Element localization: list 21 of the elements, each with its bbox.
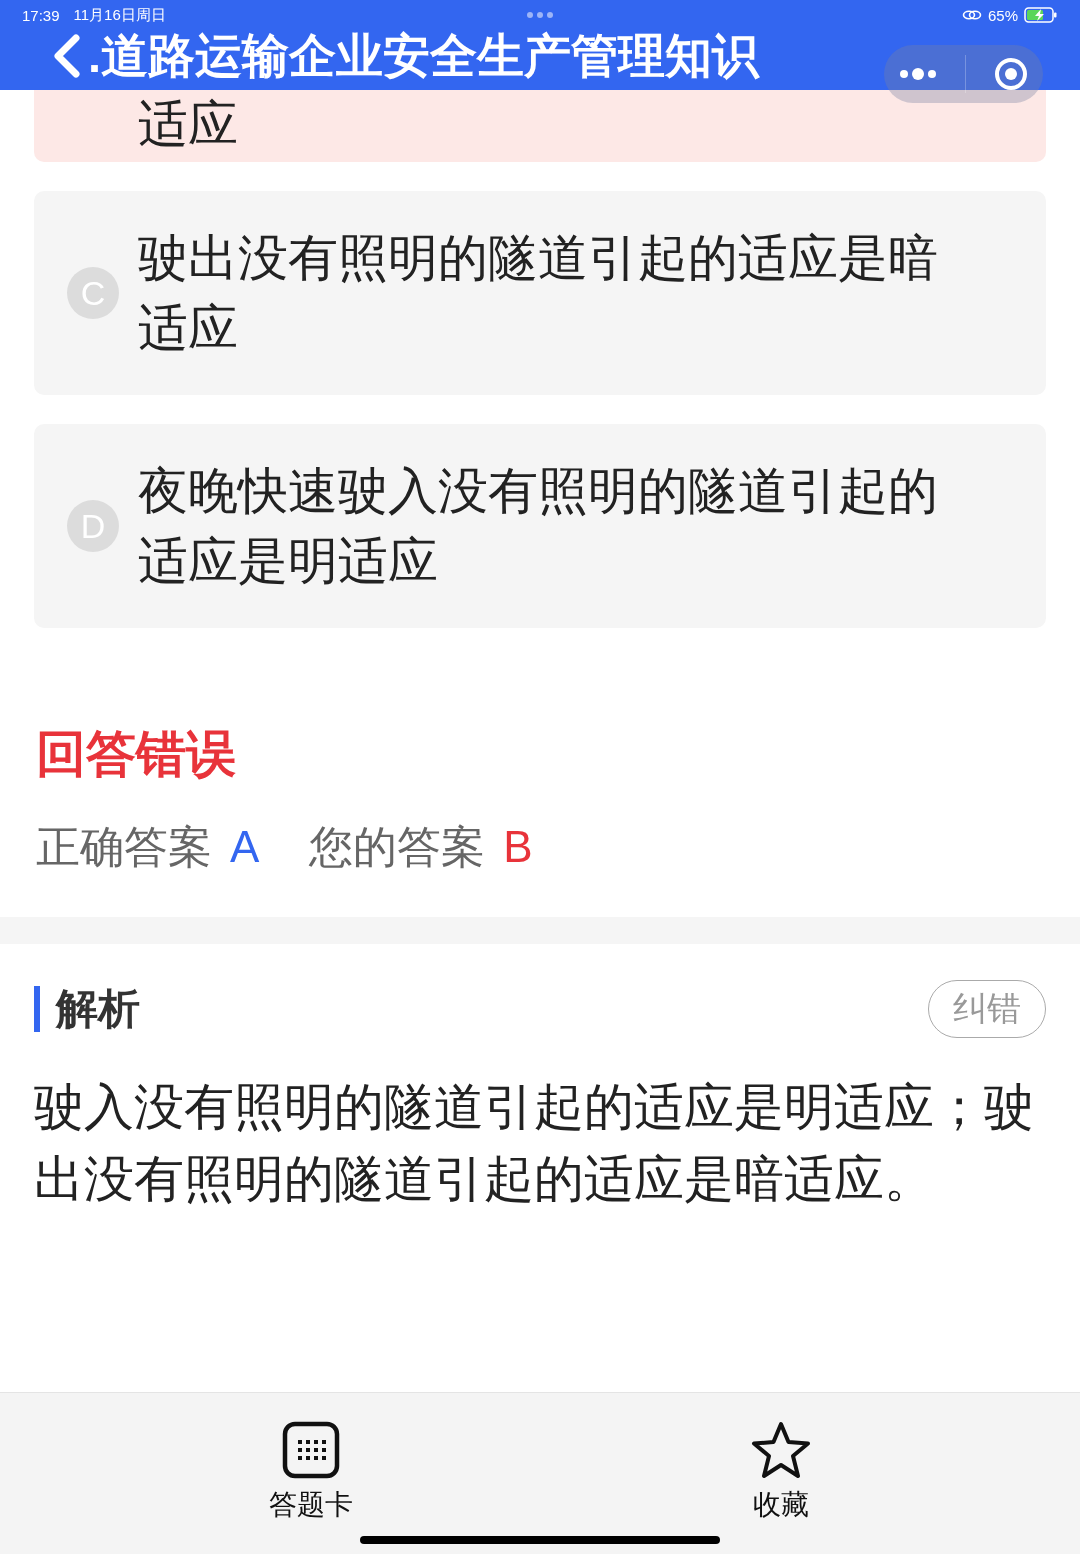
your-answer-label: 您的答案 [309, 821, 486, 873]
bottom-tab[interactable]: 答题卡 [228, 1393, 393, 1554]
status-time: 17:39 [22, 6, 60, 24]
option-text: 驶出没有照明的隧道引起的适应是暗适应 [138, 229, 939, 358]
your-answer-value: B [503, 821, 533, 873]
status-date: 11月16日周日 [73, 5, 166, 25]
option-text: 适应 [137, 95, 238, 154]
bottom-tab[interactable]: 收藏 [709, 1393, 852, 1554]
analysis-text: 驶入没有照明的隧道引起的适应是明适应；驶出没有照明的隧道引起的适应是暗适应。 [34, 1078, 1035, 1209]
star-icon [749, 1421, 812, 1479]
analysis-title: 解析 [56, 984, 140, 1034]
correct-answer-value: A [230, 821, 260, 873]
option-text: 夜晚快速驶入没有照明的隧道引起的适应是明适应 [138, 462, 939, 591]
correct-answer-label: 正确答案 [36, 821, 212, 873]
grid-icon [281, 1421, 340, 1479]
more-dots-icon [526, 11, 554, 19]
link-icon [961, 9, 982, 21]
more-icon[interactable] [897, 67, 938, 81]
close-target-icon[interactable] [993, 56, 1030, 92]
result-title: 回答错误 [36, 725, 237, 784]
battery-percent: 65% [987, 6, 1018, 24]
